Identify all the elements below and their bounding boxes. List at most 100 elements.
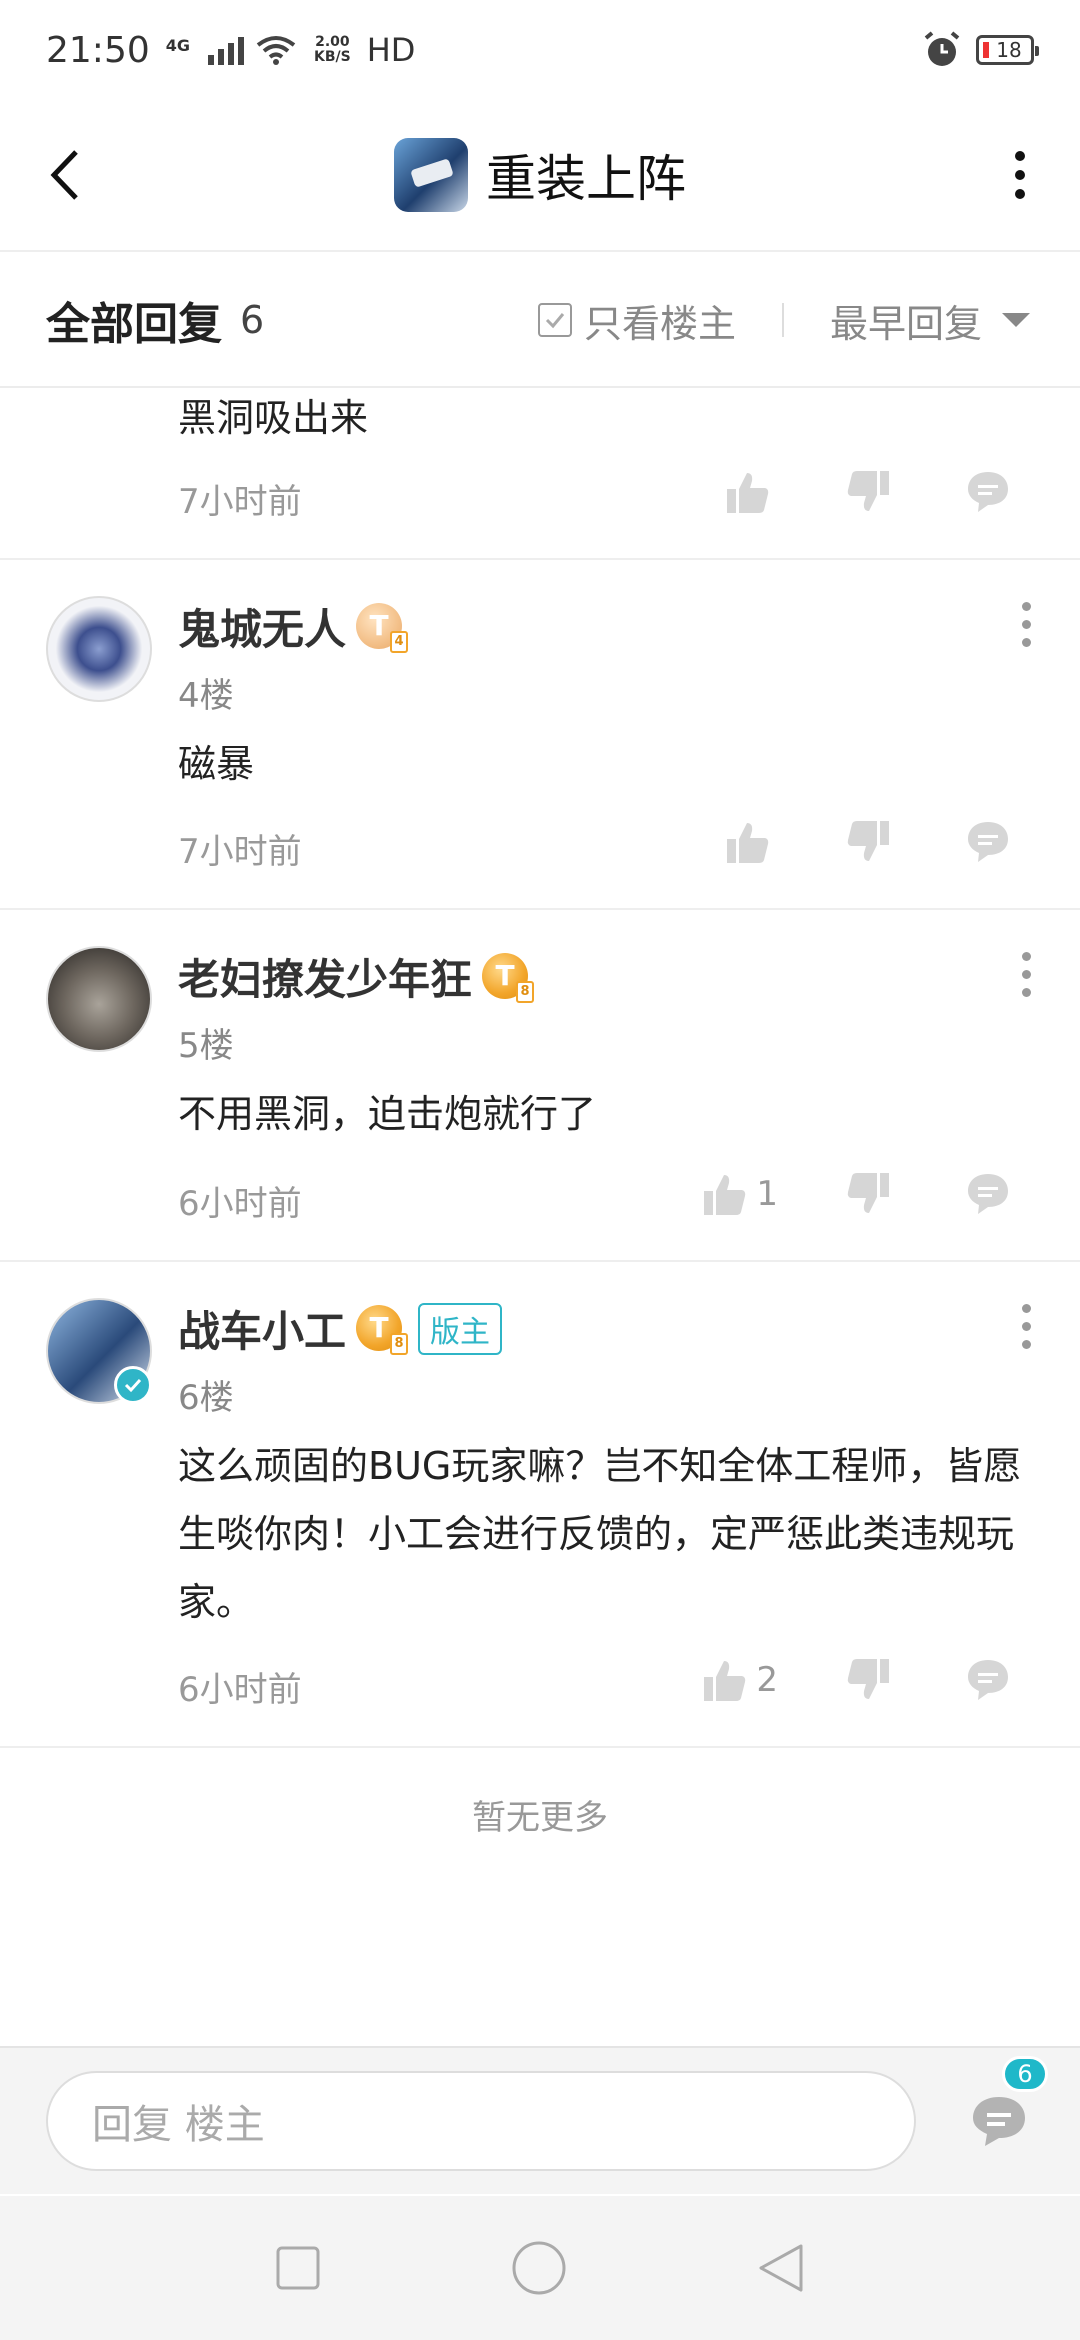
comment-more-button[interactable] xyxy=(1016,602,1036,647)
hd-indicator: HD xyxy=(366,31,416,69)
comment-item: 战车小工 T8 版主 6楼 这么顽固的BUG玩家嘛？岂不知全体工程师，皆愿生啖你… xyxy=(0,1262,1080,1748)
like-count: 2 xyxy=(756,1660,778,1700)
like-button[interactable]: 1 xyxy=(702,1164,808,1224)
level-badge: T8 xyxy=(356,1304,409,1355)
thumbs-up-icon xyxy=(727,823,769,863)
net-speed-unit: KB/S xyxy=(314,49,351,65)
level-number: 8 xyxy=(516,980,535,1003)
comment-item: 老妇撩发少年狂 T8 5楼 不用黑洞，迫击炮就行了 6小时前 1 xyxy=(0,910,1080,1262)
comment-content: 这么顽固的BUG玩家嘛？岂不知全体工程师，皆愿生啖你肉！小工会进行反馈的，定严惩… xyxy=(178,1444,1022,1624)
messages-button[interactable]: 6 xyxy=(964,2056,1048,2156)
comment-icon xyxy=(968,1660,1008,1700)
forum-title-group[interactable]: 重装上阵 xyxy=(394,138,686,212)
thumbs-down-icon xyxy=(847,471,889,511)
thumbs-up-icon xyxy=(704,1661,746,1701)
dislike-button[interactable] xyxy=(808,812,928,872)
comment-time: 6小时前 xyxy=(178,1184,302,1224)
signal-icon xyxy=(208,35,245,65)
top-nav: 重装上阵 xyxy=(0,100,1080,252)
comment-item: 黑洞吸出来 7小时前 xyxy=(0,390,1080,560)
reply-count: 6 xyxy=(240,298,265,342)
back-triangle-icon[interactable] xyxy=(757,2242,805,2294)
reply-button[interactable] xyxy=(928,1650,1048,1710)
thumbs-up-icon xyxy=(727,473,769,513)
moderator-badge: 版主 xyxy=(418,1302,503,1355)
alarm-icon xyxy=(924,31,960,66)
reply-placeholder: 回复 楼主 xyxy=(92,2102,265,2148)
thumbs-up-icon xyxy=(704,1175,746,1215)
reply-button[interactable] xyxy=(928,812,1048,872)
reply-button[interactable] xyxy=(928,462,1048,522)
comment-content: 黑洞吸出来 xyxy=(178,396,369,440)
floor-number: 5楼 xyxy=(178,1026,234,1066)
network-type: 4G xyxy=(165,35,191,55)
sort-label: 最早回复 xyxy=(829,301,982,346)
checkbox-icon[interactable] xyxy=(537,303,572,337)
status-time: 21:50 xyxy=(46,29,150,71)
page-title: 重装上阵 xyxy=(486,150,686,208)
username[interactable]: 鬼城无人 xyxy=(178,596,346,657)
game-logo xyxy=(394,138,468,212)
floor-number: 4楼 xyxy=(178,676,234,716)
system-nav-bar xyxy=(0,2196,1080,2340)
like-button[interactable] xyxy=(688,812,808,872)
all-replies-label: 全部回复 xyxy=(46,299,222,350)
comment-content: 不用黑洞，迫击炮就行了 xyxy=(178,1092,597,1136)
comment-actions: 2 xyxy=(702,1650,1048,1710)
like-button[interactable] xyxy=(688,462,808,522)
home-icon[interactable] xyxy=(511,2240,567,2296)
reply-input[interactable]: 回复 楼主 xyxy=(46,2071,916,2171)
comment-time: 7小时前 xyxy=(178,482,302,522)
comment-icon xyxy=(968,822,1008,862)
thumbs-down-icon xyxy=(847,1173,889,1213)
caret-down-icon xyxy=(1002,313,1030,327)
battery-level: 18 xyxy=(996,38,1022,62)
message-icon xyxy=(973,2097,1025,2146)
message-count-badge: 6 xyxy=(1002,2056,1048,2092)
comment-time: 6小时前 xyxy=(178,1670,302,1710)
net-speed: 2.00 KB/S xyxy=(314,35,351,65)
recents-icon[interactable] xyxy=(275,2245,321,2291)
level-badge: T8 xyxy=(482,952,535,1003)
level-number: 4 xyxy=(390,630,409,653)
comment-icon xyxy=(968,1174,1008,1214)
avatar[interactable] xyxy=(46,596,152,702)
comment-user-row: 老妇撩发少年狂 T8 xyxy=(178,946,535,1007)
username[interactable]: 战车小工 xyxy=(178,1298,346,1359)
reply-filter-bar: 全部回复 6 只看楼主 最早回复 xyxy=(0,254,1080,388)
comment-item: 鬼城无人 T4 4楼 磁暴 7小时前 xyxy=(0,560,1080,910)
status-bar: 21:50 4G 2.00 KB/S HD 18 xyxy=(0,0,1080,100)
comment-actions xyxy=(688,462,1048,522)
avatar[interactable] xyxy=(46,946,152,1052)
level-badge: T4 xyxy=(356,602,409,653)
comment-time: 7小时前 xyxy=(178,832,302,872)
comment-more-button[interactable] xyxy=(1016,1304,1036,1349)
username[interactable]: 老妇撩发少年狂 xyxy=(178,946,472,1007)
level-number: 8 xyxy=(390,1332,409,1355)
comment-icon xyxy=(968,472,1008,512)
reply-button[interactable] xyxy=(928,1164,1048,1224)
back-button[interactable] xyxy=(46,140,106,210)
verified-icon xyxy=(114,1366,152,1404)
dislike-button[interactable] xyxy=(808,1650,928,1710)
comment-more-button[interactable] xyxy=(1016,952,1036,997)
dislike-button[interactable] xyxy=(808,1164,928,1224)
only-op-toggle[interactable]: 只看楼主 xyxy=(537,293,736,348)
battery-icon: 18 xyxy=(976,35,1039,65)
comment-user-row: 战车小工 T8 版主 xyxy=(178,1298,503,1359)
comment-content: 磁暴 xyxy=(178,742,255,786)
like-button[interactable]: 2 xyxy=(702,1650,808,1710)
sort-dropdown[interactable]: 最早回复 xyxy=(830,293,1030,348)
thumbs-down-icon xyxy=(847,821,889,861)
no-more-label: 暂无更多 xyxy=(472,1798,608,1838)
more-options-button[interactable] xyxy=(1000,140,1040,210)
net-speed-value: 2.00 xyxy=(315,34,350,50)
wifi-icon xyxy=(256,36,296,65)
reply-bar: 回复 楼主 6 xyxy=(0,2046,1080,2194)
dislike-button[interactable] xyxy=(808,462,928,522)
only-op-label: 只看楼主 xyxy=(583,301,736,346)
comment-user-row: 鬼城无人 T4 xyxy=(178,596,409,657)
thumbs-down-icon xyxy=(847,1659,889,1699)
floor-number: 6楼 xyxy=(178,1378,234,1418)
comment-actions xyxy=(688,812,1048,872)
